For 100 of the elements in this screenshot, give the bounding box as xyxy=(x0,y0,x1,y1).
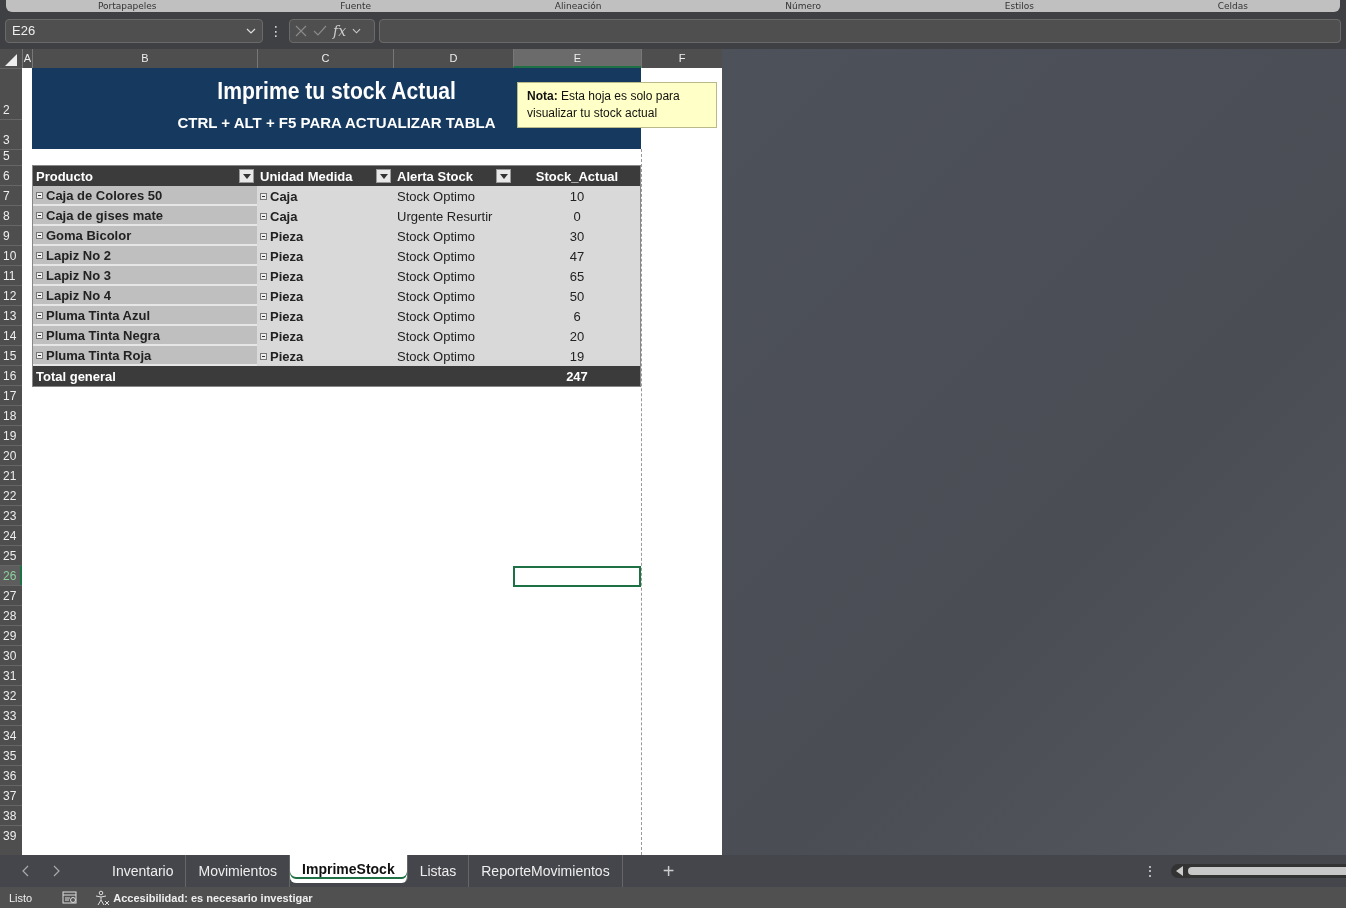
horizontal-scrollbar[interactable] xyxy=(1171,864,1346,878)
product-name: Caja de Colores 50 xyxy=(46,187,163,203)
heading-label: Producto xyxy=(36,168,94,184)
row-header[interactable]: 7 xyxy=(0,185,22,205)
row-header[interactable]: 23 xyxy=(0,505,22,525)
row-header[interactable]: 9 xyxy=(0,225,22,245)
table-cell-text: 19 xyxy=(568,347,586,366)
row-header[interactable]: 19 xyxy=(0,425,22,445)
row-header[interactable]: 29 xyxy=(0,625,22,645)
row-header[interactable]: 33 xyxy=(0,705,22,725)
product-name: Lapiz No 2 xyxy=(46,247,111,263)
collapse-icon[interactable] xyxy=(260,332,267,340)
collapse-icon[interactable] xyxy=(36,331,43,339)
collapse-icon[interactable] xyxy=(260,252,267,260)
row-header[interactable]: 10 xyxy=(0,245,22,265)
ribbon-group-label: Alineación xyxy=(554,0,602,12)
collapse-icon[interactable] xyxy=(260,232,267,240)
row-header[interactable]: 27 xyxy=(0,585,22,605)
collapse-icon[interactable] xyxy=(260,192,267,200)
row-header[interactable]: 8 xyxy=(0,205,22,225)
row-header[interactable]: 34 xyxy=(0,725,22,745)
collapse-icon[interactable] xyxy=(260,312,267,320)
collapse-icon[interactable] xyxy=(36,191,43,199)
row-header[interactable]: 38 xyxy=(0,805,22,825)
row-header[interactable]: 16 xyxy=(0,365,22,385)
row-header[interactable]: 24 xyxy=(0,525,22,545)
chevron-left-icon[interactable] xyxy=(22,865,30,877)
check-icon[interactable] xyxy=(313,24,327,37)
collapse-icon[interactable] xyxy=(36,211,43,219)
row-header[interactable]: 17 xyxy=(0,385,22,405)
collapse-icon[interactable] xyxy=(36,271,43,279)
column-header[interactable]: A xyxy=(22,49,32,68)
row-header[interactable]: 12 xyxy=(0,285,22,305)
row-header[interactable]: 37 xyxy=(0,785,22,805)
collapse-icon[interactable] xyxy=(260,272,267,280)
filter-button[interactable] xyxy=(496,169,511,183)
row-header[interactable]: 39 xyxy=(0,825,22,845)
row-header[interactable]: 13 xyxy=(0,305,22,325)
table-cell-text: Stock Optimo xyxy=(396,267,477,286)
add-sheet-button[interactable]: + xyxy=(662,859,675,883)
unit-name: Pieza xyxy=(270,288,304,304)
heading-label: Stock_Actual xyxy=(535,168,619,184)
collapse-icon[interactable] xyxy=(36,351,43,359)
row-header[interactable]: 18 xyxy=(0,405,22,425)
filter-button[interactable] xyxy=(376,169,391,183)
table-cell-text: Stock Optimo xyxy=(396,187,477,206)
row-header[interactable]: 32 xyxy=(0,685,22,705)
more-options-button[interactable]: ⋮ xyxy=(1143,863,1157,879)
table-cell-text: 50 xyxy=(568,287,586,306)
more-options-button[interactable]: ⋮ xyxy=(267,22,285,39)
row-header[interactable]: 5 xyxy=(0,149,22,165)
row-header[interactable]: 22 xyxy=(0,485,22,505)
collapse-icon[interactable] xyxy=(36,291,43,299)
collapse-icon[interactable] xyxy=(260,212,267,220)
row-header[interactable]: 20 xyxy=(0,445,22,465)
unit-name: Pieza xyxy=(270,268,304,284)
scroll-left-icon[interactable] xyxy=(1176,866,1184,876)
sheet-tab[interactable]: ImprimeStock xyxy=(290,855,408,883)
row-header[interactable]: 11 xyxy=(0,265,22,285)
collapse-icon[interactable] xyxy=(260,292,267,300)
insert-function-button[interactable]: fx xyxy=(333,22,347,39)
row-header[interactable]: 6 xyxy=(0,165,22,185)
name-box[interactable]: E26 xyxy=(5,18,263,43)
accessibility-status[interactable]: Accesibilidad: es necesario investigar xyxy=(94,889,313,906)
chevron-down-icon[interactable] xyxy=(352,27,362,34)
filter-button[interactable] xyxy=(239,169,254,183)
table-cell-text: Stock Optimo xyxy=(396,287,477,306)
row-header[interactable]: 26 xyxy=(0,565,22,585)
macro-recorder-icon[interactable] xyxy=(62,890,79,905)
unit-name: Caja xyxy=(270,188,298,204)
ribbon-group-label: Número xyxy=(785,0,821,12)
product-name: Goma Bicolor xyxy=(46,227,132,243)
row-header[interactable]: 30 xyxy=(0,645,22,665)
collapse-icon[interactable] xyxy=(260,352,267,360)
table-cell-text: 10 xyxy=(568,187,586,206)
row-header[interactable]: 3 xyxy=(0,119,22,149)
row-header[interactable]: 21 xyxy=(0,465,22,485)
chevron-down-icon xyxy=(246,27,256,34)
collapse-icon[interactable] xyxy=(36,311,43,319)
product-name: Pluma Tinta Roja xyxy=(46,347,152,363)
select-all-icon[interactable] xyxy=(5,54,17,66)
row-header[interactable]: 14 xyxy=(0,325,22,345)
ribbon-group-label: Portapapeles xyxy=(97,0,157,12)
row-header[interactable]: 35 xyxy=(0,745,22,765)
selected-cell[interactable] xyxy=(513,566,641,587)
column-header[interactable]: E xyxy=(513,49,641,68)
accessibility-icon xyxy=(94,889,111,906)
table-cell-text: 20 xyxy=(568,327,586,346)
table-cell-text: Stock Optimo xyxy=(396,327,477,346)
formula-input[interactable] xyxy=(379,18,1341,43)
table-cell-text: Stock Optimo xyxy=(396,247,477,266)
row-header[interactable]: 15 xyxy=(0,345,22,365)
row-header[interactable]: 36 xyxy=(0,765,22,785)
collapse-icon[interactable] xyxy=(36,231,43,239)
row-header[interactable]: 28 xyxy=(0,605,22,625)
chevron-right-icon[interactable] xyxy=(52,865,60,877)
collapse-icon[interactable] xyxy=(36,251,43,259)
heading-label: Alerta Stock xyxy=(397,168,473,184)
row-header[interactable]: 2 xyxy=(0,68,22,119)
row-header[interactable]: 31 xyxy=(0,665,22,685)
